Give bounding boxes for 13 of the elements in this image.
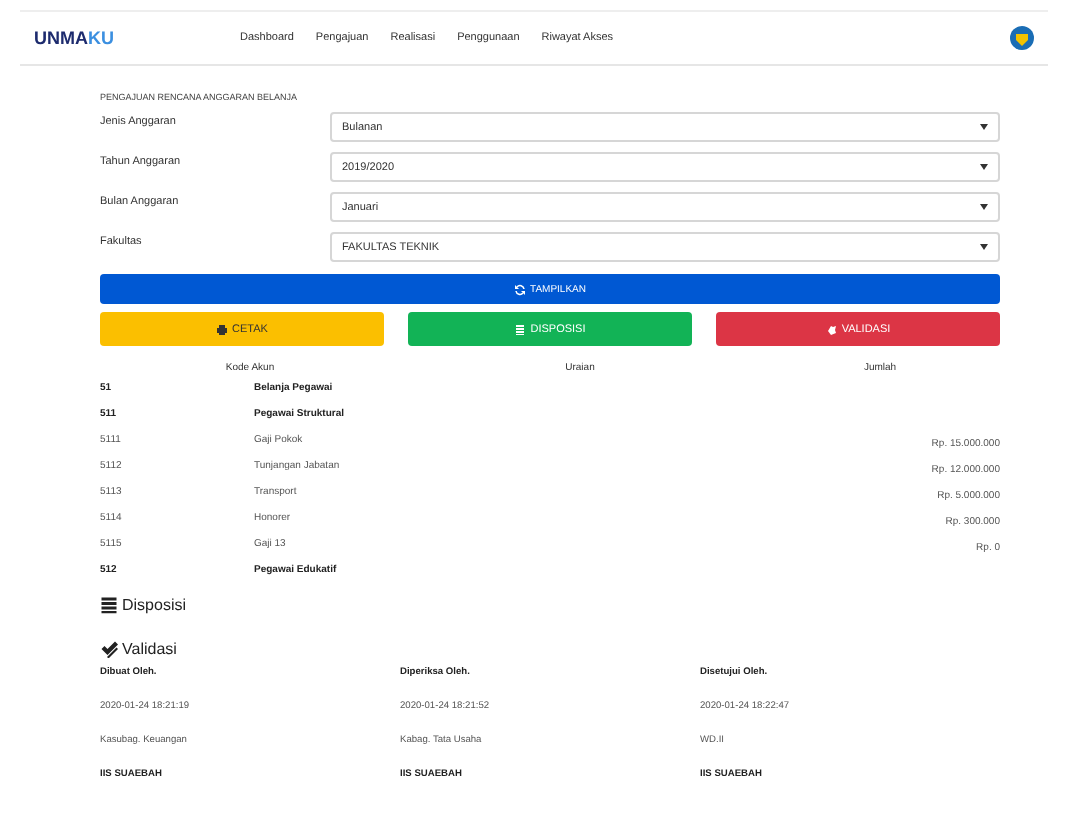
section-title: Validasi	[122, 640, 177, 658]
section-title: Disposisi	[122, 596, 187, 614]
caret-icon	[980, 244, 988, 250]
refresh-icon	[514, 283, 527, 295]
emblem-icon[interactable]	[1010, 26, 1034, 50]
double-check-icon	[100, 640, 118, 658]
caret-icon	[980, 204, 988, 210]
printer-icon	[216, 323, 229, 335]
list-icon	[514, 323, 527, 335]
brand-logo[interactable]: UNMAKU	[34, 28, 240, 48]
caret-icon	[980, 164, 988, 170]
caret-icon	[980, 124, 988, 130]
list-icon	[100, 596, 118, 614]
